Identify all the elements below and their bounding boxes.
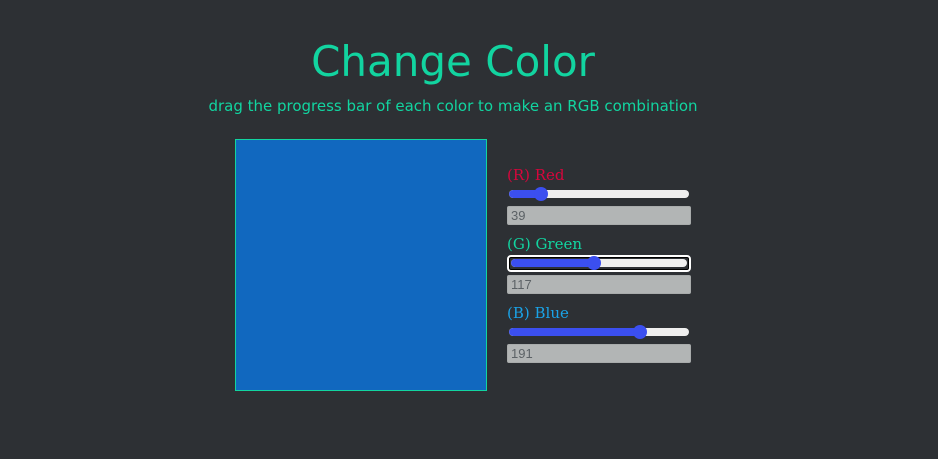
- red-slider-thumb[interactable]: [534, 187, 548, 201]
- blue-label: (B) Blue: [507, 304, 569, 322]
- color-preview: [235, 139, 487, 391]
- blue-slider-fill: [509, 328, 640, 336]
- page: Change Color drag the progress bar of ea…: [0, 0, 938, 459]
- green-slider-fill: [511, 259, 594, 267]
- red-slider[interactable]: [507, 186, 691, 203]
- green-value-field[interactable]: [507, 275, 691, 294]
- red-label: (R) Red: [507, 166, 565, 184]
- green-slider-thumb[interactable]: [587, 256, 601, 270]
- blue-value-field[interactable]: [507, 344, 691, 363]
- red-value-field[interactable]: [507, 206, 691, 225]
- blue-slider[interactable]: [507, 324, 691, 341]
- blue-slider-thumb[interactable]: [633, 325, 647, 339]
- page-title: Change Color: [311, 37, 595, 86]
- blue-slider-track: [509, 328, 689, 336]
- page-subtitle: drag the progress bar of each color to m…: [208, 97, 698, 115]
- green-slider[interactable]: [507, 255, 691, 272]
- green-label: (G) Green: [507, 235, 583, 253]
